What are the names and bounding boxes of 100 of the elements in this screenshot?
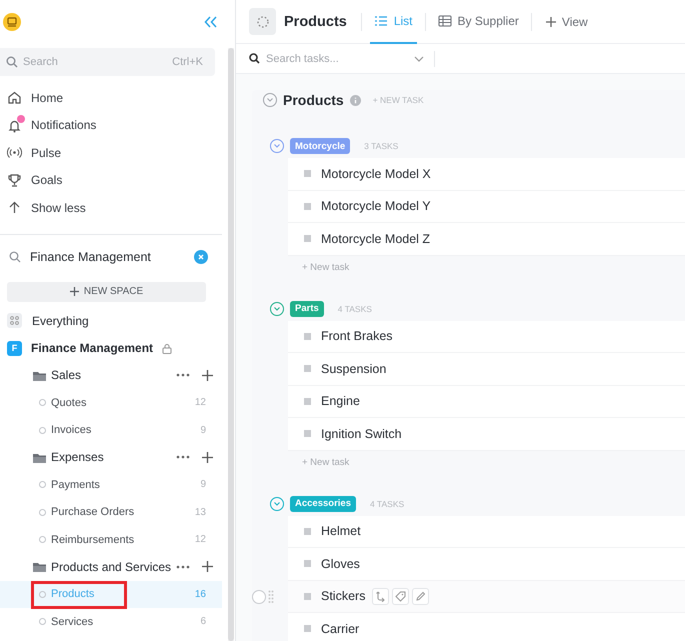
task-count: 9: [200, 424, 206, 436]
tag-button[interactable]: [392, 588, 410, 605]
plus-icon: [202, 370, 213, 381]
task-name: Stickers: [321, 589, 366, 604]
task-count: 12: [194, 534, 206, 546]
task-name: Engine: [321, 394, 360, 408]
nav-item[interactable]: Notifications: [0, 112, 228, 139]
plus-icon: [202, 561, 213, 572]
more-icon: [176, 455, 190, 460]
status-square[interactable]: [304, 235, 311, 242]
task-count: 6: [200, 616, 206, 628]
collapse-icon[interactable]: [270, 139, 284, 153]
search-icon: [6, 56, 18, 68]
folder-item[interactable]: Products and Services: [51, 560, 172, 574]
collapse-icon[interactable]: [263, 93, 277, 107]
task-row[interactable]: Helmet: [288, 516, 685, 548]
home-icon: [7, 90, 22, 106]
task-row[interactable]: Suspension: [288, 353, 685, 386]
status-square[interactable]: [304, 202, 311, 210]
task-row[interactable]: Motorcycle Model Z: [288, 223, 685, 256]
page-title: Products: [284, 14, 347, 30]
plus-icon: [546, 16, 556, 26]
collapse-icon[interactable]: [270, 496, 284, 510]
list-item[interactable]: Reimbursements 12: [0, 526, 228, 554]
view-tab[interactable]: By Supplier: [434, 0, 523, 44]
search-icon: [9, 250, 21, 262]
search-placeholder: Search: [23, 56, 59, 68]
list-item[interactable]: Invoices 9: [0, 416, 228, 444]
task-row[interactable]: Ignition Switch: [288, 418, 685, 450]
pencil-icon: [415, 590, 426, 602]
task-count: 3 TASKS: [364, 141, 398, 151]
clear-icon[interactable]: [194, 250, 208, 264]
broadcast-icon: [7, 145, 22, 160]
group-tag: Motorcycle: [290, 138, 350, 154]
tag-icon: [395, 590, 406, 602]
status-square[interactable]: [304, 332, 311, 340]
nav-item[interactable]: Home: [0, 84, 228, 112]
select-radio[interactable]: [252, 590, 266, 604]
task-row[interactable]: Engine: [288, 386, 685, 418]
task-name: Motorcycle Model Y: [321, 199, 431, 214]
app-logo[interactable]: [3, 13, 21, 31]
task-name: Carrier: [321, 622, 360, 636]
list-item[interactable]: Services 6: [0, 608, 228, 636]
space-avatar: F: [7, 340, 22, 356]
shortcut-hint: Ctrl+K: [172, 56, 203, 68]
plus-icon: [202, 452, 213, 463]
status-square[interactable]: [304, 365, 311, 372]
chevron-down-icon: [414, 56, 424, 62]
space-filter-field[interactable]: Finance Management: [30, 250, 185, 264]
nav-item[interactable]: Pulse: [0, 139, 228, 166]
task-name: Suspension: [321, 362, 386, 376]
collapse-icon[interactable]: [270, 302, 284, 316]
status-square[interactable]: [304, 528, 311, 535]
task-count: 13: [194, 506, 206, 518]
status-square[interactable]: [304, 398, 311, 405]
search-icon: [249, 53, 260, 64]
task-count: 12: [194, 397, 206, 408]
task-count: 16: [194, 588, 206, 600]
nav-item[interactable]: Goals: [0, 166, 228, 194]
subtask-button[interactable]: [372, 588, 390, 605]
list-item[interactable]: Purchase Orders 13: [0, 498, 228, 526]
task-name: Front Brakes: [321, 329, 393, 344]
space-item[interactable]: F Finance Management: [0, 334, 228, 362]
folder-item[interactable]: Expenses: [51, 450, 172, 464]
task-row[interactable]: Gloves: [288, 548, 685, 580]
status-square[interactable]: [304, 560, 311, 568]
list-status-icon[interactable]: [249, 8, 276, 35]
subtask-icon: [375, 590, 386, 602]
plus-icon: [70, 287, 79, 296]
nav-item[interactable]: Show less: [0, 194, 228, 222]
task-name: Gloves: [321, 556, 360, 571]
group-tag: Accessories: [290, 496, 356, 512]
info-icon: [350, 94, 361, 106]
status-square[interactable]: [304, 170, 311, 178]
more-icon: [176, 564, 190, 569]
grid-icon: [10, 316, 19, 326]
group-tag: Parts: [290, 300, 324, 316]
everything-item[interactable]: Everything: [0, 307, 228, 334]
task-name: Motorcycle Model Z: [321, 232, 430, 246]
status-square[interactable]: [304, 592, 311, 600]
list-item[interactable]: Payments 9: [0, 471, 228, 499]
status-square[interactable]: [304, 430, 311, 438]
table-icon: [438, 14, 452, 26]
scrollbar-thumb[interactable]: [228, 48, 234, 641]
task-count: 4 TASKS: [338, 304, 372, 314]
folder-item[interactable]: Sales: [51, 368, 172, 382]
add-view-button[interactable]: View: [546, 14, 588, 28]
collapse-icon[interactable]: [204, 16, 218, 28]
task-row[interactable]: Motorcycle Model X: [288, 158, 685, 190]
list-item[interactable]: Quotes 12: [0, 389, 228, 416]
task-name: Helmet: [321, 524, 361, 538]
task-row[interactable]: Carrier: [288, 613, 685, 641]
list-icon: [374, 14, 388, 26]
task-row[interactable]: Motorcycle Model Y: [288, 190, 685, 223]
task-row[interactable]: Front Brakes: [288, 320, 685, 353]
new-space-button[interactable]: NEW SPACE: [7, 282, 206, 302]
task-count: 9: [200, 479, 206, 490]
status-square[interactable]: [304, 625, 311, 632]
pencil-button[interactable]: [412, 588, 430, 605]
drag-handle-icon: [268, 590, 274, 603]
